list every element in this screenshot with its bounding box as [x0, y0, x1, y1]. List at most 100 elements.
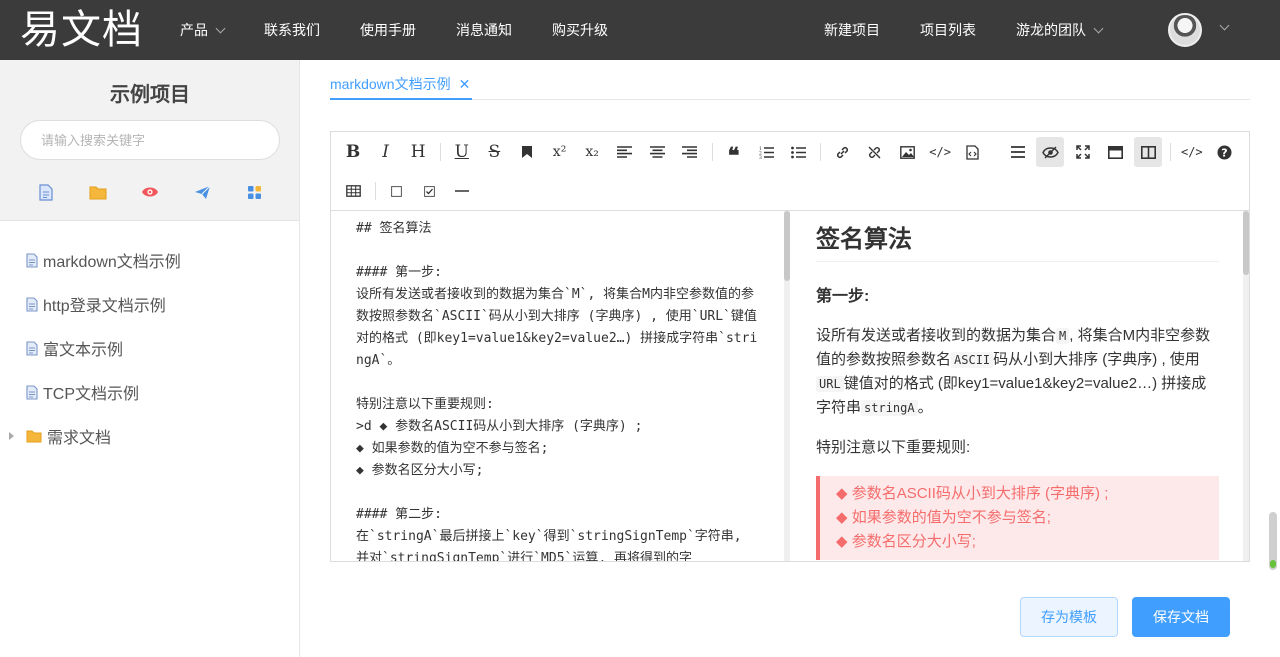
new-doc-icon[interactable]: [34, 180, 58, 204]
markdown-source-text[interactable]: ## 签名算法 #### 第一步: 设所有发送或者接收到的数据为集合`M`, 将…: [356, 218, 760, 561]
nav-manual[interactable]: 使用手册: [360, 20, 416, 40]
editor-toolbar: B I H U S x² x₂ ❝ 123 </> </> ?: [331, 132, 1249, 211]
apps-icon[interactable]: [242, 180, 266, 204]
folder-icon: [26, 430, 42, 443]
superscript-icon[interactable]: x²: [546, 137, 574, 167]
nav-team[interactable]: 游龙的团队: [1016, 20, 1104, 40]
sidebar-header: 示例项目: [0, 60, 299, 221]
link-icon[interactable]: [828, 137, 856, 167]
caret-right-icon[interactable]: [9, 432, 14, 440]
preview-content: 签名算法 第一步: 设所有发送或者接收到的数据为集合 M, 将集合M内非空参数值的…: [816, 223, 1219, 560]
preview-warning-block: ◆ 参数名ASCII码从小到大排序 (字典序) ; ◆ 如果参数的值为空不参与签…: [816, 476, 1219, 560]
send-icon[interactable]: [190, 180, 214, 204]
avatar[interactable]: [1168, 13, 1202, 47]
tree-item-label: http登录文档示例: [43, 298, 166, 315]
unordered-list-icon[interactable]: [785, 137, 813, 167]
tab-label: markdown文档示例: [330, 76, 451, 92]
code-icon[interactable]: </>: [926, 137, 954, 167]
heading-icon[interactable]: H: [404, 137, 432, 167]
tree-item-requirements[interactable]: 需求文档: [0, 414, 300, 458]
code-block-icon[interactable]: [959, 137, 987, 167]
logo[interactable]: 易文档: [20, 6, 143, 54]
source-scrollbar[interactable]: [784, 211, 790, 561]
fullscreen-icon[interactable]: [1069, 137, 1097, 167]
nav-notifications-label: 消息通知: [456, 22, 512, 38]
preview-heading: 签名算法: [816, 223, 1219, 262]
nav-product[interactable]: 产品: [180, 20, 226, 40]
align-center-icon[interactable]: [643, 137, 671, 167]
sidebar: 示例项目 markdown文档示例 http: [0, 60, 300, 657]
tree-item-rich-text[interactable]: 富文本示例: [0, 326, 300, 370]
unlink-icon[interactable]: [861, 137, 889, 167]
preview-text: 。: [917, 399, 933, 416]
toolbar-divider: [820, 143, 822, 161]
table-icon[interactable]: [339, 176, 367, 206]
quote-icon[interactable]: ❝: [720, 137, 748, 169]
chevron-down-icon[interactable]: [1219, 20, 1230, 31]
toggle-preview-icon[interactable]: [1036, 137, 1065, 167]
preview-scroll-thumb[interactable]: [1243, 211, 1249, 275]
new-folder-icon[interactable]: [86, 180, 110, 204]
window-icon[interactable]: [1102, 137, 1130, 167]
split-view-icon[interactable]: [1134, 137, 1163, 167]
horizontal-rule-icon[interactable]: [448, 176, 476, 206]
close-icon[interactable]: ✕: [459, 76, 471, 93]
tree-item-markdown[interactable]: markdown文档示例: [0, 238, 300, 282]
doc-tabs: markdown文档示例 ✕: [330, 60, 1250, 100]
nav-team-label: 游龙的团队: [1016, 22, 1086, 38]
inline-code: stringA: [861, 400, 918, 416]
html-source-icon[interactable]: </>: [1178, 137, 1206, 167]
source-scroll-thumb[interactable]: [784, 211, 790, 281]
nav-project-list[interactable]: 项目列表: [920, 20, 976, 40]
align-right-icon[interactable]: [676, 137, 704, 167]
preview-text: 设所有发送或者接收到的数据为集合: [816, 327, 1057, 344]
top-navbar: 易文档 产品 联系我们 使用手册 消息通知 购买升级 新建项目 项目列表 游龙的…: [0, 0, 1280, 60]
svg-text:?: ?: [1221, 146, 1227, 159]
preview-scrollbar[interactable]: [1243, 211, 1249, 561]
preview-paragraph: 特别注意以下重要规则:: [816, 439, 971, 456]
checkbox-unchecked-icon[interactable]: [383, 176, 411, 206]
nav-upgrade[interactable]: 购买升级: [552, 20, 608, 40]
project-title: 示例项目: [110, 84, 190, 106]
nav-new-project[interactable]: 新建项目: [824, 20, 880, 40]
tree-item-tcp[interactable]: TCP文档示例: [0, 370, 300, 414]
image-icon[interactable]: [894, 137, 922, 167]
bold-icon[interactable]: B: [339, 137, 367, 167]
bookmark-icon[interactable]: [513, 137, 541, 167]
toolbar-row-2: [339, 176, 480, 206]
ordered-list-icon[interactable]: 123: [752, 137, 780, 167]
italic-icon[interactable]: I: [372, 137, 400, 167]
nav-contact-label: 联系我们: [264, 22, 320, 38]
nav-notifications[interactable]: 消息通知: [456, 20, 512, 40]
nav-contact[interactable]: 联系我们: [264, 20, 320, 40]
source-pane[interactable]: ## 签名算法 #### 第一步: 设所有发送或者接收到的数据为集合`M`, 将…: [331, 211, 786, 561]
doc-tree: markdown文档示例 http登录文档示例 富文本示例 TCP文档示例 需求…: [0, 238, 300, 458]
warning-line: ◆ 参数名ASCII码从小到大排序 (字典序) ;: [836, 485, 1109, 502]
toolbar-row-1: B I H U S x² x₂ ❝ 123 </>: [339, 137, 991, 169]
toolbar-divider: [374, 182, 376, 200]
sidebar-tools: [20, 180, 280, 204]
search-input[interactable]: [20, 120, 280, 160]
save-document-button[interactable]: 保存文档: [1132, 597, 1230, 637]
save-template-button[interactable]: 存为模板: [1020, 597, 1118, 637]
inline-code: ASCII: [951, 352, 994, 368]
nav-project-list-label: 项目列表: [920, 22, 976, 38]
underline-icon[interactable]: U: [448, 137, 476, 167]
strikethrough-icon[interactable]: S: [480, 137, 508, 167]
tree-item-label: TCP文档示例: [43, 386, 140, 403]
svg-text:3: 3: [759, 155, 762, 159]
subscript-icon[interactable]: x₂: [578, 137, 606, 167]
toolbar-divider: [1169, 143, 1171, 161]
toolbar-divider: [711, 143, 713, 161]
tree-item-http-login[interactable]: http登录文档示例: [0, 282, 300, 326]
align-left-icon[interactable]: [611, 137, 639, 167]
nav-left: 产品 联系我们 使用手册 消息通知 购买升级: [180, 0, 648, 60]
tab-markdown-doc[interactable]: markdown文档示例 ✕: [330, 70, 473, 100]
tree-item-label: markdown文档示例: [43, 254, 181, 271]
warning-line: ◆ 参数名区分大小写;: [836, 533, 976, 550]
menu-icon[interactable]: [1004, 137, 1032, 167]
help-icon[interactable]: ?: [1210, 137, 1238, 167]
nav-manual-label: 使用手册: [360, 22, 416, 38]
eye-icon[interactable]: [138, 180, 162, 204]
checkbox-checked-icon[interactable]: [415, 176, 443, 206]
